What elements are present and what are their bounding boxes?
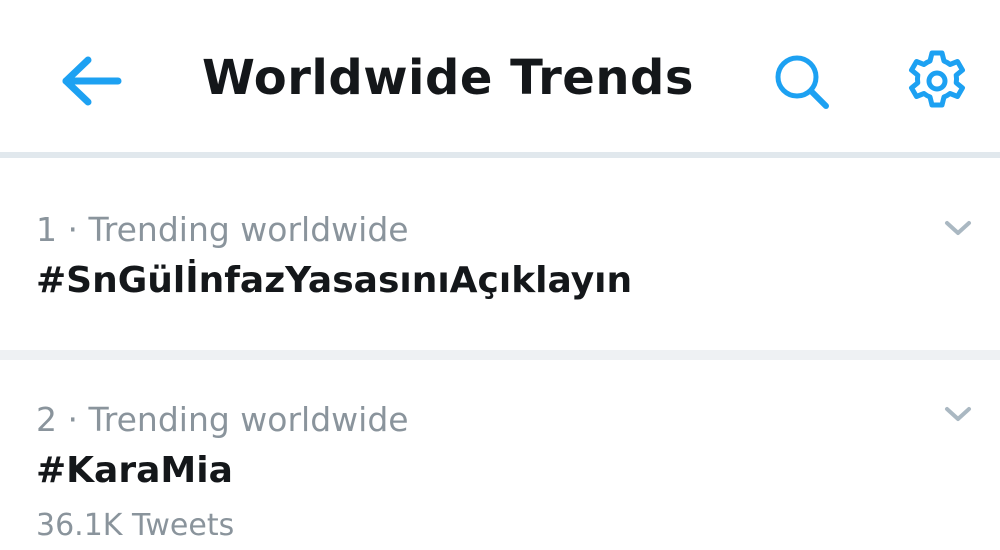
back-button[interactable] (52, 46, 128, 116)
trend-list-item[interactable]: 1 · Trending worldwide #SnGülİnfazYasası… (0, 160, 1000, 350)
header-divider (0, 152, 1000, 158)
trend-context: 1 · Trending worldwide (36, 210, 409, 249)
chevron-down-icon (945, 407, 971, 421)
gear-icon (909, 50, 965, 108)
trend-hashtag[interactable]: #SnGülİnfazYasasınıAçıklayın (36, 260, 632, 301)
search-button[interactable] (768, 48, 834, 114)
trend-options-button[interactable] (940, 400, 976, 428)
tweet-count: 36.1K Tweets (36, 508, 235, 543)
list-divider (0, 350, 1000, 360)
trend-options-button[interactable] (940, 214, 976, 242)
arrow-left-icon (62, 56, 122, 106)
settings-button[interactable] (902, 46, 972, 116)
page-title: Worldwide Trends (202, 50, 694, 106)
trend-list-item[interactable]: 2 · Trending worldwide #KaraMia 36.1K Tw… (0, 360, 1000, 550)
trend-context: 2 · Trending worldwide (36, 400, 409, 439)
chevron-down-icon (945, 221, 971, 235)
search-icon (775, 55, 829, 109)
trend-hashtag[interactable]: #KaraMia (36, 450, 233, 491)
top-app-bar: Worldwide Trends (0, 0, 1000, 158)
trends-screen: Worldwide Trends 1 · Trending worldwide … (0, 0, 1000, 550)
